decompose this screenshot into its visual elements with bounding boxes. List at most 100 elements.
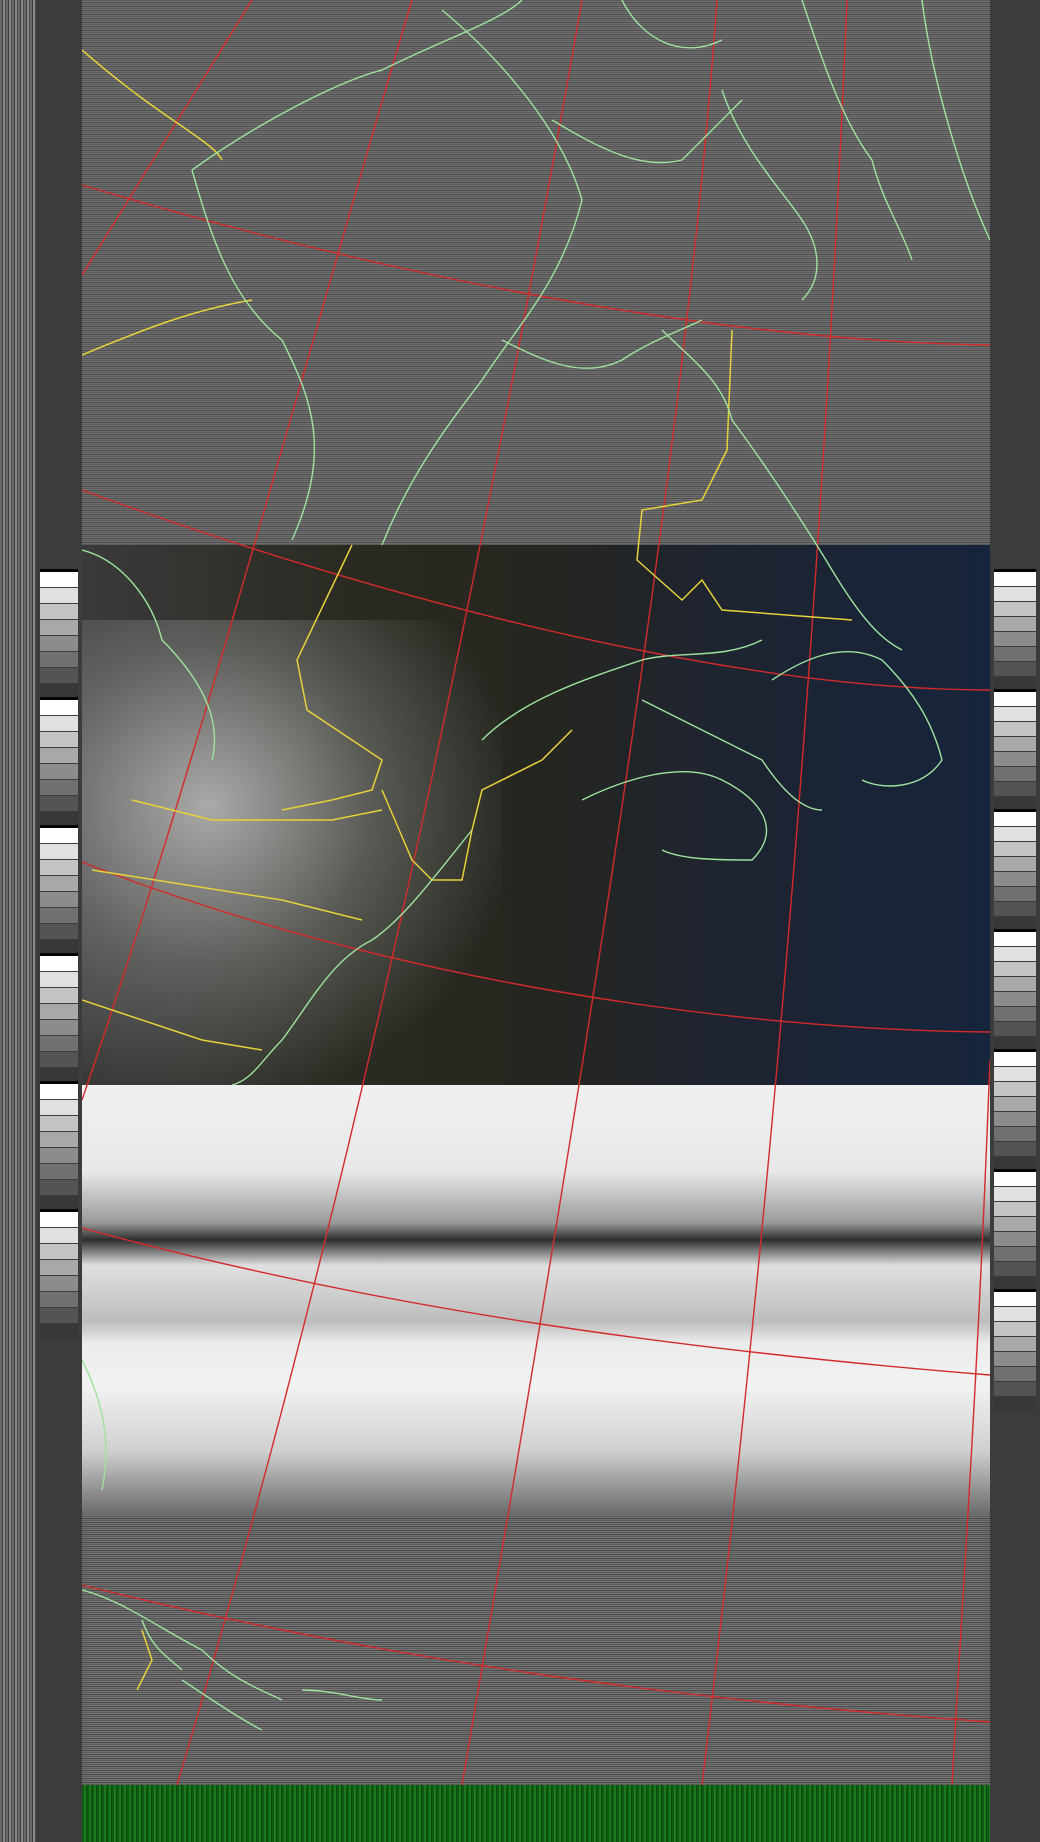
calibration-step: [994, 887, 1036, 901]
calibration-step: [40, 1180, 78, 1195]
calibration-step: [40, 652, 78, 667]
calibration-step: [994, 1217, 1036, 1231]
calibration-step: [994, 782, 1036, 796]
calibration-separator: [994, 1289, 1036, 1292]
calibration-step: [40, 716, 78, 731]
calibration-step: [40, 796, 78, 811]
calibration-step: [40, 572, 78, 587]
calibration-separator: [40, 953, 78, 956]
calibration-step: [994, 1082, 1036, 1096]
calibration-separator: [40, 825, 78, 828]
calibration-step: [994, 827, 1036, 841]
calibration-separator: [40, 1081, 78, 1084]
coastline: [581, 771, 768, 861]
calibration-step: [40, 860, 78, 875]
longitude-lines: [82, 0, 990, 1785]
state-borders: [82, 49, 853, 1691]
calibration-step: [994, 1112, 1036, 1126]
calibration-step: [40, 844, 78, 859]
calibration-step: [994, 962, 1036, 976]
calibration-step: [994, 647, 1036, 661]
calibration-step: [40, 1292, 78, 1307]
border-line: [131, 799, 383, 821]
map-overlay: [82, 0, 990, 1785]
calibration-step: [40, 1324, 78, 1339]
calibration-separator: [994, 569, 1036, 572]
coastline: [301, 1689, 383, 1701]
calibration-step: [994, 632, 1036, 646]
calibration-step: [40, 620, 78, 635]
calibration-step: [40, 924, 78, 939]
coastline: [621, 0, 723, 49]
calibration-step: [40, 700, 78, 715]
calibration-step: [994, 767, 1036, 781]
calibration-step: [994, 842, 1036, 856]
border-line: [136, 1629, 153, 1691]
calibration-step: [40, 1116, 78, 1131]
calibration-separator: [40, 697, 78, 700]
border-line: [82, 299, 253, 356]
calibration-step: [40, 1308, 78, 1323]
coastline: [82, 1589, 283, 1701]
calibration-step: [994, 587, 1036, 601]
latitude-lines: [82, 184, 990, 1723]
calibration-step: [994, 932, 1036, 946]
calibration-step: [994, 572, 1036, 586]
border-line: [82, 999, 263, 1051]
calibration-step: [994, 872, 1036, 886]
latitude-line: [82, 184, 990, 346]
calibration-separator: [40, 569, 78, 572]
calibration-step: [994, 1397, 1036, 1411]
coastline: [801, 0, 913, 261]
calibration-step: [994, 1232, 1036, 1246]
calibration-step: [994, 737, 1036, 751]
calibration-step: [994, 1292, 1036, 1306]
calibration-step: [994, 602, 1036, 616]
coastline: [82, 549, 216, 761]
left-sync-noise-strip: [0, 0, 36, 1842]
calibration-step: [994, 947, 1036, 961]
coastline: [481, 639, 763, 741]
longitude-line: [82, 0, 413, 1101]
latitude-line: [82, 1584, 990, 1723]
calibration-step: [994, 707, 1036, 721]
calibration-step: [40, 1244, 78, 1259]
map-area: [82, 0, 990, 1785]
calibration-step: [994, 1187, 1036, 1201]
coastline: [191, 169, 316, 541]
sync-bar: [82, 1785, 990, 1842]
calibration-step: [994, 977, 1036, 991]
coastlines: [82, 0, 990, 1731]
calibration-step: [994, 902, 1036, 916]
coastline: [501, 319, 703, 369]
calibration-step: [994, 1262, 1036, 1276]
calibration-step: [40, 1260, 78, 1275]
latitude-line: [82, 861, 990, 1033]
calibration-step: [994, 1247, 1036, 1261]
border-line: [636, 329, 853, 621]
calibration-step: [40, 748, 78, 763]
coastline: [641, 699, 823, 811]
calibration-step: [994, 1067, 1036, 1081]
satellite-image-frame: [0, 0, 1040, 1842]
coastline: [381, 9, 583, 546]
calibration-wedge-right: [994, 0, 1036, 1842]
calibration-step: [994, 1172, 1036, 1186]
calibration-step: [994, 1352, 1036, 1366]
calibration-step: [40, 732, 78, 747]
calibration-step: [40, 1100, 78, 1115]
calibration-step: [40, 908, 78, 923]
calibration-step: [40, 604, 78, 619]
coastline: [231, 829, 473, 1086]
calibration-step: [994, 1022, 1036, 1036]
calibration-step: [994, 1202, 1036, 1216]
border-line: [281, 544, 383, 811]
calibration-step: [40, 828, 78, 843]
calibration-separator: [994, 689, 1036, 692]
border-line: [471, 729, 573, 831]
latitude-line: [82, 1227, 990, 1376]
longitude-line: [82, 0, 253, 276]
calibration-separator: [40, 1209, 78, 1212]
calibration-step: [40, 1132, 78, 1147]
calibration-separator: [994, 1049, 1036, 1052]
